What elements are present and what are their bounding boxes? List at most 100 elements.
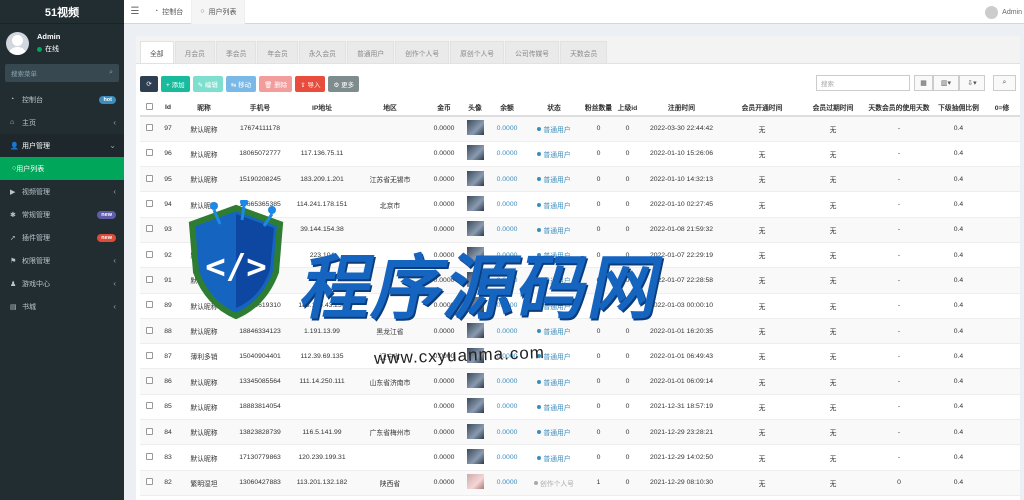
sidebar-search-input[interactable]: 搜索菜单 ⌕ (5, 64, 119, 82)
row-checkbox[interactable] (145, 301, 153, 309)
row-checkbox[interactable] (145, 225, 153, 233)
row-checkbox[interactable] (145, 478, 153, 486)
delete-button[interactable]: 🗑 删除 (259, 76, 293, 92)
avatar-thumbnail[interactable] (466, 449, 484, 464)
column-header[interactable]: 昵称 (178, 99, 230, 117)
table-search-input[interactable]: 搜索 (816, 75, 910, 91)
search-icon[interactable]: ⌕ (109, 69, 113, 77)
avatar-thumbnail[interactable] (466, 373, 484, 389)
filter-tab-3[interactable]: 年会员 (257, 41, 298, 63)
avatar-thumbnail[interactable] (466, 145, 484, 161)
brand-logo[interactable]: 51视频 (0, 0, 124, 24)
row-checkbox[interactable] (145, 275, 153, 283)
sidebar-item-8[interactable]: ▤ 书城 ‹ (0, 295, 124, 318)
avatar-thumbnail[interactable] (466, 271, 484, 287)
sidebar-subitem-user-list[interactable]: ○ 用户列表 (0, 157, 124, 180)
import-button[interactable]: ⇪ 导入 (295, 76, 326, 92)
row-checkbox[interactable] (145, 250, 153, 258)
move-button[interactable]: ⇆ 移动 (225, 76, 257, 92)
select-all-checkbox[interactable] (145, 102, 153, 110)
table-row[interactable]: 84 默认昵称 13823828739 116.5.141.99 广东省梅州市 0.000… (140, 419, 1020, 446)
table-row[interactable]: 94 默认昵称 18665365385 114.241.178.151 北京市 0.000… (140, 191, 1020, 218)
row-checkbox[interactable] (145, 402, 153, 410)
tab-user-list[interactable]: ○ 用户列表 (192, 0, 246, 24)
sidebar-item-2[interactable]: 👤 用户管理 ⌄ (0, 134, 124, 157)
table-row[interactable]: 88 默认昵称 18846334123 1.191.13.99 黑龙江省 0.0000 0.… (140, 318, 1020, 345)
avatar-thumbnail[interactable] (466, 423, 484, 439)
row-checkbox[interactable] (145, 453, 153, 460)
table-row[interactable]: 82 繁明湿坦 13060427883 113.201.132.182 陕西省 0.000… (140, 470, 1020, 496)
table-row[interactable]: 85 默认昵称 18883814054 0.0000 0.0000 普通用户 0 0 2021-… (140, 394, 1020, 421)
filter-tab-7[interactable]: 原创个人号 (450, 41, 505, 63)
table-row[interactable]: 87 薄利多销 15040904401 112.39.69.135 辽宁省 0.0000 0… (140, 343, 1020, 370)
filter-tab-1[interactable]: 月会员 (174, 41, 215, 63)
tab-dashboard[interactable]: ◔ 控制台 (146, 0, 193, 24)
filter-tab-0[interactable]: 全部 (140, 41, 174, 63)
advanced-search-icon[interactable]: ⌕ (993, 75, 1016, 91)
table-row[interactable]: 95 默认昵称 15190208245 183.209.1.201 江苏省无锡市 0.00… (140, 166, 1020, 193)
filter-tab-9[interactable]: 天数会员 (560, 41, 608, 63)
sidebar-item-6[interactable]: ⚑ 权限管理 ‹ (0, 249, 124, 272)
sidebar-item-5[interactable]: ➚ 插件管理 new (0, 226, 124, 249)
table-row[interactable]: 97 默认昵称 17674111178 0.0000 0.0000 普通用户 0 0 2022-… (140, 116, 1020, 142)
sidebar-item-0[interactable]: ◔ 控制台 hot (0, 88, 124, 111)
sidebar-item-3[interactable]: ▶ 视频管理 ‹ (0, 180, 124, 203)
avatar-thumbnail[interactable] (466, 170, 484, 186)
column-header[interactable]: 手机号 (230, 99, 290, 117)
avatar-thumbnail[interactable] (466, 347, 484, 363)
column-header[interactable]: 下级抽佣比例 (933, 99, 984, 117)
add-button[interactable]: + 添加 (161, 76, 190, 92)
column-header[interactable]: 天数会员的使用天数 (865, 99, 933, 117)
table-row[interactable]: 83 默认昵称 17130779863 120.239.199.31 0.0000 0.0… (140, 444, 1020, 471)
row-checkbox[interactable] (145, 200, 153, 208)
avatar-thumbnail[interactable] (466, 297, 484, 313)
menu-toggle-icon[interactable]: ☰ (124, 6, 146, 17)
table-row[interactable]: 86 默认昵称 13345085564 111.14.250.111 山东省济南市 0.0… (140, 368, 1020, 395)
column-header[interactable]: 头像 (462, 99, 488, 117)
sidebar-item-7[interactable]: ♟ 游戏中心 ‹ (0, 272, 124, 295)
edit-button[interactable]: ✎ 编辑 (192, 76, 223, 92)
column-header[interactable]: 上级id (615, 99, 640, 117)
column-header[interactable]: 会员过期时间 (801, 99, 865, 117)
column-header[interactable]: 会员开通时间 (723, 99, 801, 117)
row-checkbox[interactable] (145, 124, 153, 132)
row-checkbox[interactable] (145, 149, 153, 157)
row-checkbox[interactable] (145, 326, 153, 334)
row-checkbox[interactable] (145, 174, 153, 182)
refresh-button[interactable]: ⟳ (140, 76, 158, 92)
more-button[interactable]: ⚙ 更多 (328, 76, 360, 92)
toggle-view-icon[interactable]: ▦ (914, 75, 933, 91)
filter-tab-8[interactable]: 公司传媒号 (505, 41, 560, 63)
avatar-thumbnail[interactable] (466, 196, 484, 212)
filter-tab-4[interactable]: 永久会员 (298, 41, 346, 63)
avatar-thumbnail[interactable] (466, 120, 484, 136)
column-header[interactable]: 粉丝数量 (582, 99, 615, 117)
avatar-thumbnail[interactable] (466, 246, 484, 262)
column-header[interactable]: 金币 (426, 99, 462, 117)
top-user-menu[interactable]: Admin (985, 0, 1024, 24)
column-header[interactable]: 注册时间 (640, 99, 723, 117)
avatar-thumbnail[interactable] (466, 322, 484, 338)
avatar-thumbnail[interactable] (466, 221, 484, 237)
sidebar-item-4[interactable]: ✱ 常规管理 new (0, 203, 124, 226)
table-row[interactable]: 96 默认昵称 18065072777 117.136.75.11 0.0000 0.00… (140, 141, 1020, 168)
table-row[interactable]: 89 默认昵称 18030619310 183.199.43.230 0.0000 0.0… (140, 293, 1020, 319)
table-row[interactable]: 91 默认昵称 0.0000 0.0000 普通用户 0 0 2022-01-07 22:28… (140, 267, 1020, 294)
filter-tab-6[interactable]: 创作个人号 (395, 41, 450, 63)
column-header[interactable]: 0=修 (984, 99, 1020, 117)
column-header[interactable]: IP地址 (290, 99, 354, 117)
avatar-thumbnail[interactable] (466, 474, 484, 490)
column-header[interactable]: Id (158, 99, 178, 117)
columns-icon[interactable]: ▥▾ (933, 75, 959, 91)
filter-tab-2[interactable]: 季会员 (215, 41, 257, 63)
table-row[interactable]: 93 默认昵称 39.144.154.38 0.0000 0.0000 普通用户 0 0 202… (140, 217, 1020, 243)
row-checkbox[interactable] (145, 377, 153, 385)
row-checkbox[interactable] (145, 427, 153, 435)
avatar-thumbnail[interactable] (466, 398, 484, 414)
sidebar-item-1[interactable]: ⌂ 主页 ‹ (0, 111, 124, 134)
column-header[interactable]: 状态 (526, 99, 582, 117)
filter-tab-5[interactable]: 普通用户 (346, 41, 395, 63)
table-row[interactable]: 92 默认昵称 223.104 0.0000 0.0000 普通用户 0 0 2022-01-0… (140, 242, 1020, 269)
column-header[interactable]: 地区 (354, 99, 426, 117)
column-header[interactable]: 余额 (488, 99, 526, 117)
